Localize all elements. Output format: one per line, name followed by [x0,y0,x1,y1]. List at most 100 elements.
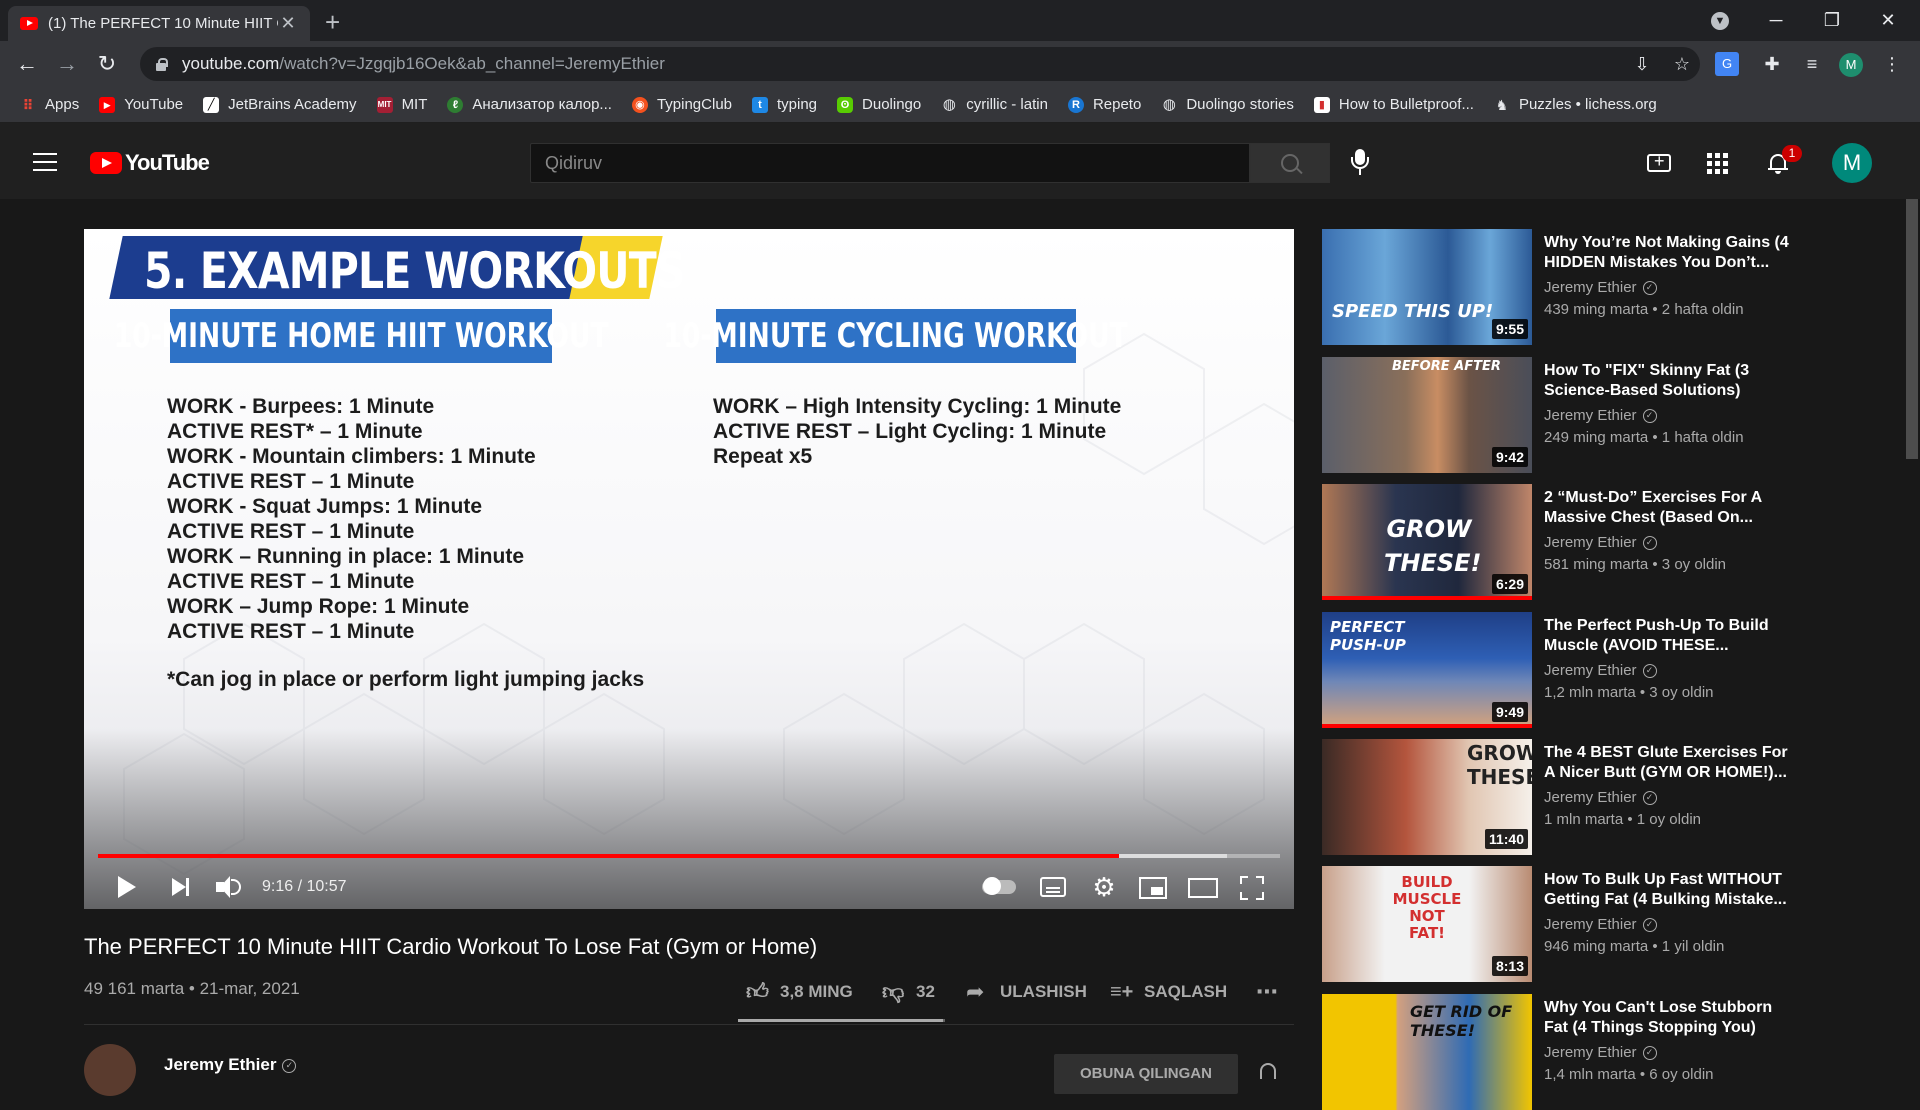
reading-list-icon[interactable]: ≡ [1800,52,1824,76]
recommendation-channel[interactable]: Jeremy Ethier ✓ [1544,1044,1657,1061]
bookmark-youtube[interactable]: ▶ YouTube [99,96,183,113]
recommendation-item[interactable]: GROW THESE! 6:29 2 “Must-Do” Exercises F… [1322,484,1802,600]
recommendation-title[interactable]: Why You’re Not Making Gains (4 HIDDEN Mis… [1544,233,1802,273]
channel-notifications-icon[interactable] [1260,1063,1276,1079]
youtube-play-logo-icon [90,152,122,174]
recommendation-meta: 439 ming marta • 2 hafta oldin [1544,301,1744,318]
recommendation-channel[interactable]: Jeremy Ethier ✓ [1544,407,1657,424]
bookmark-lichess[interactable]: ♞ Puzzles • lichess.org [1494,96,1657,113]
bookmark-cyrillic-latin[interactable]: ◍ cyrillic - latin [941,96,1048,113]
recommendation-title[interactable]: The 4 BEST Glute Exercises For A Nicer Bu… [1544,743,1802,783]
extensions-icon[interactable]: ✚ [1760,52,1784,76]
channel-avatar[interactable] [84,1044,136,1096]
search-input[interactable]: Qidiruv [530,143,1250,183]
recommendation-title[interactable]: How To Bulk Up Fast WITHOUT Getting Fat (… [1544,870,1802,910]
tab-search-icon[interactable]: ▼ [1692,0,1748,41]
subscribed-button[interactable]: OBUNA QILINGAN [1054,1054,1238,1094]
recommendation-title[interactable]: Why You Can't Lose Stubborn Fat (4 Things… [1544,998,1802,1038]
like-dislike-ratio-bar [738,1019,945,1022]
recommendation-channel[interactable]: Jeremy Ethier ✓ [1544,789,1657,806]
install-app-icon[interactable]: ⇩ [1630,52,1654,76]
minimize-icon[interactable]: ─ [1748,0,1804,41]
restore-icon[interactable]: ❐ [1804,0,1860,41]
page-scrollbar[interactable] [1906,199,1918,459]
voice-search-icon[interactable] [1348,149,1372,177]
fullscreen-icon[interactable] [1240,876,1264,900]
url-host: youtube.com [182,54,280,73]
recommendation-channel[interactable]: Jeremy Ethier ✓ [1544,279,1657,296]
bookmark-mit[interactable]: MIT MIT [376,96,427,113]
browser-tab[interactable]: (1) The PERFECT 10 Minute HIIT C ✕ [8,6,310,41]
share-button[interactable]: ➦ ULASHISH [966,979,1087,1005]
video-player[interactable]: 5. EXAMPLE WORKOUTS 10-MINUTE HOME HIIT … [84,229,1294,909]
forward-icon[interactable]: → [52,49,82,79]
bookmark-jetbrains[interactable]: ╱ JetBrains Academy [203,96,357,113]
video-thumbnail[interactable]: GROW THESE 11:40 [1322,739,1532,855]
close-tab-icon[interactable]: ✕ [278,13,298,34]
bookmark-star-icon[interactable]: ☆ [1670,52,1694,76]
thumbs-up-icon: 👍︎ [746,979,769,1004]
back-icon[interactable]: ← [12,49,42,79]
recommendation-item[interactable]: PERFECT PUSH-UP 9:49 The Perfect Push-Up… [1322,612,1802,728]
next-button[interactable] [172,869,189,905]
save-button[interactable]: ≡+ SAQLASH [1110,979,1227,1005]
new-tab-icon[interactable]: + [325,7,340,38]
autoplay-toggle[interactable] [982,874,1016,900]
reload-icon[interactable]: ↻ [92,49,122,79]
recommendation-item[interactable]: BEFORE AFTER 9:42 How To "FIX" Skinny Fa… [1322,357,1802,473]
bookmark-calorie-analyzer[interactable]: ℓ Анализатор калор... [447,96,612,113]
youtube-logo[interactable]: YouTube [90,150,210,176]
profile-avatar[interactable]: M [1839,53,1863,77]
theater-mode-icon[interactable] [1188,878,1218,898]
video-thumbnail[interactable]: SPEED THIS UP! 9:55 [1322,229,1532,345]
volume-button[interactable] [216,869,246,905]
played-bar [98,854,1120,858]
settings-icon[interactable]: ⚙ [1090,874,1118,900]
bookmark-typing[interactable]: t typing [752,96,817,113]
channel-name[interactable]: Jeremy Ethier ✓ [164,1055,297,1075]
recommendation-channel[interactable]: Jeremy Ethier ✓ [1544,916,1657,933]
bookmark-duolingo-stories[interactable]: ◍ Duolingo stories [1161,96,1294,113]
video-thumbnail[interactable]: PERFECT PUSH-UP 9:49 [1322,612,1532,728]
youtube-icon: ▶ [99,96,116,113]
user-avatar[interactable]: M [1832,143,1872,183]
close-window-icon[interactable]: ✕ [1860,0,1916,41]
miniplayer-icon[interactable] [1139,877,1167,899]
video-thumbnail[interactable]: GROW THESE! 6:29 [1322,484,1532,600]
bookmark-bulletproof[interactable]: ▮ How to Bulletproof... [1313,96,1474,113]
play-button[interactable] [118,869,136,905]
translate-icon[interactable]: G [1715,52,1739,76]
search-button[interactable] [1250,143,1330,183]
create-video-icon[interactable] [1647,151,1671,172]
tab-title: (1) The PERFECT 10 Minute HIIT C [48,15,278,32]
address-bar[interactable]: youtube.com/watch?v=Jzgqjb16Oek&ab_chann… [140,47,1700,81]
video-thumbnail[interactable]: GET RID OF THESE! [1322,994,1532,1110]
browser-menu-icon[interactable]: ⋮ [1880,52,1904,76]
recommendation-item[interactable]: GROW THESE 11:40 The 4 BEST Glute Exerci… [1322,739,1802,855]
progress-bar[interactable] [98,854,1280,858]
recommendation-title[interactable]: The Perfect Push-Up To Build Muscle (AVOI… [1544,616,1802,656]
recommendation-title[interactable]: 2 “Must-Do” Exercises For A Massive Chest… [1544,488,1802,528]
lock-icon[interactable] [154,57,168,71]
video-thumbnail[interactable]: BEFORE AFTER 9:42 [1322,357,1532,473]
more-actions-icon[interactable]: ⋯ [1256,979,1278,1005]
recommendation-item[interactable]: GET RID OF THESE! Why You Can't Lose Stu… [1322,994,1802,1110]
recommendation-title[interactable]: How To "FIX" Skinny Fat (3 Science-Based … [1544,361,1802,401]
bookmark-apps[interactable]: ⠿ Apps [20,96,80,113]
cycling-workout-list: WORK – High Intensity Cycling: 1 Minute … [713,395,1122,468]
bookmark-typingclub[interactable]: ◉ TypingClub [631,96,732,113]
menu-icon[interactable] [33,153,57,171]
recommendation-channel[interactable]: Jeremy Ethier ✓ [1544,662,1657,679]
video-thumbnail[interactable]: BUILD MUSCLE NOT FAT! 8:13 [1322,866,1532,982]
like-button[interactable]: 👍︎ 3,8 MING [746,979,853,1005]
bookmark-repeto[interactable]: R Repeto [1067,96,1141,113]
bookmark-duolingo[interactable]: ʘ Duolingo [837,96,921,113]
recommendation-item[interactable]: BUILD MUSCLE NOT FAT! 8:13 How To Bulk U… [1322,866,1802,982]
search-icon [1281,154,1299,172]
duration-badge: 9:55 [1491,319,1528,339]
subtitles-icon[interactable] [1040,877,1066,897]
recommendation-item[interactable]: SPEED THIS UP! 9:55 Why You’re Not Makin… [1322,229,1802,345]
recommendation-channel[interactable]: Jeremy Ethier ✓ [1544,534,1657,551]
dislike-button[interactable]: 👎︎ 32 [882,979,935,1005]
youtube-apps-icon[interactable] [1707,153,1728,174]
